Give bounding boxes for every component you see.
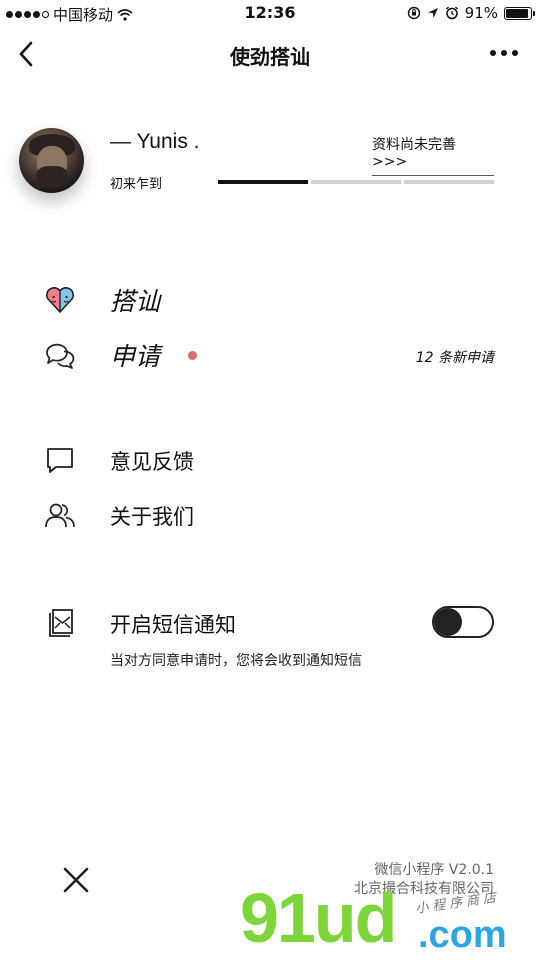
- level-label: 初来乍到: [110, 177, 163, 192]
- new-applications-count: 12 条新申请: [415, 350, 494, 366]
- menu-item-feedback[interactable]: 意见反馈: [0, 440, 540, 480]
- watermark: 91ud .com 小程序商店: [240, 880, 540, 960]
- users-icon: [45, 503, 75, 528]
- location-icon: [427, 8, 438, 18]
- page-title: 使劲搭讪: [230, 45, 310, 69]
- menu-item-label: 申请: [110, 342, 161, 371]
- username: — Yunis .: [110, 130, 200, 153]
- battery-percent: 91%: [464, 4, 498, 22]
- progress-segment: [218, 180, 308, 184]
- rotation-lock-icon: [407, 6, 420, 20]
- menu-item-about[interactable]: 关于我们: [0, 495, 540, 535]
- nav-bar: 使劲搭讪: [0, 28, 540, 82]
- menu-item-label: 搭讪: [110, 287, 161, 316]
- message-icon: [47, 448, 73, 473]
- watermark-main: 91ud: [240, 879, 397, 957]
- toggle-knob: [434, 608, 462, 636]
- avatar[interactable]: [19, 128, 84, 193]
- new-badge-dot: [188, 351, 197, 360]
- more-dots-icon[interactable]: [490, 50, 518, 56]
- sms-icon: [49, 609, 73, 637]
- version-text: 微信小程序 V2.0.1: [374, 862, 494, 878]
- status-right: 91%: [407, 4, 535, 22]
- sms-notification-row: 开启短信通知: [0, 603, 540, 643]
- complete-profile-link[interactable]: 资料尚未完善 >>>: [372, 134, 494, 176]
- sms-description: 当对方同意申请时，您将会收到通知短信: [110, 653, 362, 669]
- battery-icon: [504, 6, 535, 20]
- watermark-small: 小程序商店: [414, 890, 501, 917]
- menu-item-chat[interactable]: 搭讪: [0, 280, 540, 320]
- chat-bubbles-icon: [46, 343, 75, 369]
- sms-label: 开启短信通知: [110, 613, 236, 637]
- sms-toggle[interactable]: [432, 606, 494, 638]
- alarm-icon: [445, 6, 458, 20]
- menu-item-applications[interactable]: 申请 12 条新申请: [0, 335, 540, 375]
- menu-item-label: 意见反馈: [110, 450, 194, 474]
- menu-item-label: 关于我们: [110, 505, 194, 529]
- level-progress: [218, 180, 494, 184]
- watermark-suffix: .com: [418, 914, 507, 956]
- battery-fill: [506, 8, 528, 18]
- heart-faces-icon: [45, 287, 75, 313]
- progress-segment: [311, 180, 401, 184]
- progress-segment: [404, 180, 494, 184]
- close-icon[interactable]: [60, 864, 92, 896]
- status-bar: 中国移动 12:36 91%: [0, 0, 540, 28]
